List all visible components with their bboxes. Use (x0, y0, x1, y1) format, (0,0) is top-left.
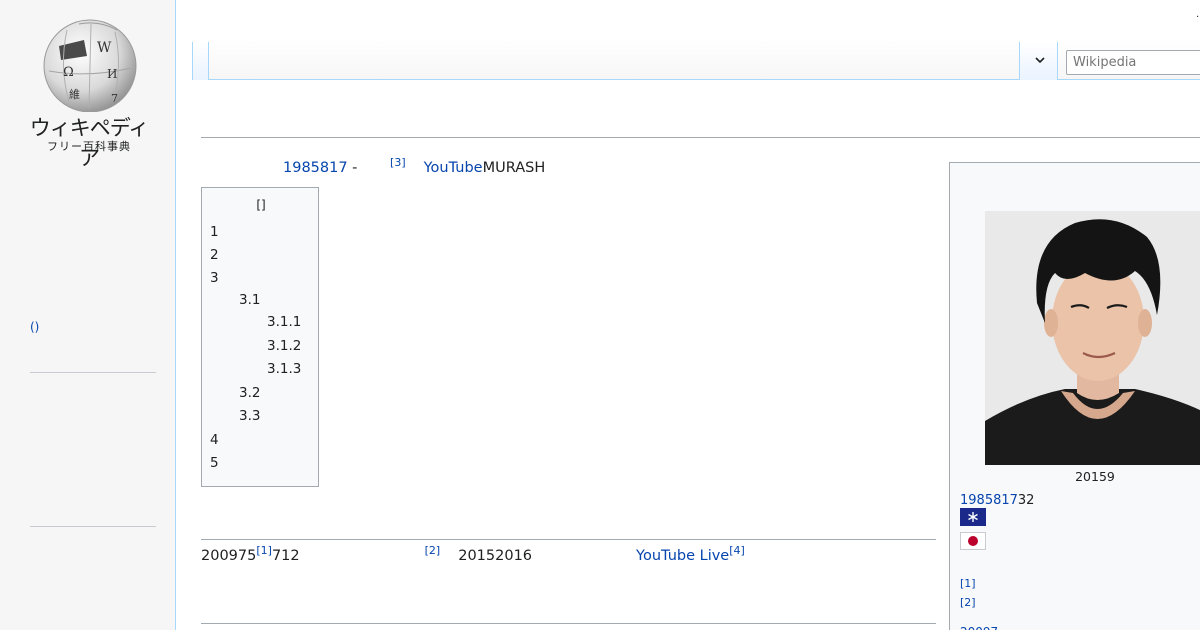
career-text: 712 (271, 548, 300, 564)
portrait-photo[interactable] (985, 211, 1200, 465)
globe-glyph: W (97, 40, 112, 56)
section-divider (201, 539, 936, 540)
citation-1[interactable]: [1] (256, 544, 272, 557)
photo-caption: 20159 (1075, 469, 1115, 484)
intro-dash: - (347, 160, 363, 176)
sidebar: W Ω И 維 7 ウィキペディア フリー百科事典 () (0, 0, 176, 630)
sidebar-link[interactable]: () (30, 320, 39, 334)
chevron-down-icon (1035, 57, 1045, 64)
puzzle-globe-icon: W Ω И 維 7 (43, 19, 137, 112)
toc-item[interactable]: 3.1.1 (267, 314, 301, 330)
career-text: 20152016 (458, 548, 533, 564)
japan-flag-icon[interactable] (960, 532, 986, 550)
more-menu-button[interactable] (1019, 42, 1058, 80)
sidebar-divider (30, 526, 156, 527)
infobox-birth: 198581732 (960, 493, 1034, 508)
infobox-link[interactable]: 20097 (960, 625, 998, 630)
toc-item[interactable]: 2 (210, 247, 219, 263)
birth-date-link[interactable]: 1985817 (283, 160, 348, 176)
logo-subtitle: フリー百科事典 (47, 140, 131, 153)
header: · (192, 0, 1200, 80)
toc-item[interactable]: 3.1.3 (267, 361, 301, 377)
toc-item[interactable]: 3.3 (239, 408, 260, 424)
citation-4[interactable]: [4] (729, 544, 745, 557)
toc-title[interactable]: [] (202, 198, 320, 212)
wikipedia-logo[interactable]: W Ω И 維 7 ウィキペディア フリー百科事典 (22, 12, 156, 170)
main-content: 1985817 - [3] YouTubeMURASH [] 1 2 3 3.1 … (201, 80, 1200, 630)
page-tab[interactable] (192, 42, 209, 80)
section-divider (201, 623, 936, 624)
globe-glyph: И (107, 67, 117, 81)
infobox-citation-1[interactable]: [1] (960, 577, 976, 590)
career-paragraph: 200975[1]712 [2] 20152016 YouTube Live[4] (201, 545, 941, 564)
infobox-birth-link[interactable]: 1985817 (960, 493, 1018, 508)
citation-2[interactable]: [2] (425, 544, 441, 557)
infobox-age: 32 (1017, 493, 1035, 508)
globe-glyph: 7 (111, 92, 118, 105)
toc-item[interactable]: 1 (210, 224, 219, 240)
header-corner-mark: · (1196, 12, 1200, 23)
youtube-live-link[interactable]: YouTube Live (636, 548, 729, 564)
youtube-link[interactable]: YouTube (424, 160, 483, 176)
toc-item[interactable]: 5 (210, 455, 219, 471)
toc-item[interactable]: 4 (210, 432, 219, 448)
table-of-contents: [] 1 2 3 3.1 3.1.1 3.1.2 3.1.3 3.2 3.3 4… (201, 187, 319, 487)
toc-item[interactable]: 3 (210, 270, 219, 286)
heading-divider (201, 137, 1200, 138)
intro-paragraph: 1985817 - [3] YouTubeMURASH (201, 157, 941, 179)
infobox: 20159 198581732 [1] [2] 20097 (949, 162, 1200, 630)
channel-name: MURASH (482, 160, 546, 176)
search-input[interactable] (1066, 50, 1200, 75)
toc-item[interactable]: 3.1 (239, 292, 260, 308)
globe-glyph: 維 (69, 88, 80, 101)
globe-glyph: Ω (63, 65, 74, 80)
career-text: 200975 (201, 548, 257, 564)
toc-item[interactable]: 3.2 (239, 385, 260, 401)
flag-icon[interactable] (960, 508, 986, 526)
toc-item[interactable]: 3.1.2 (267, 338, 301, 354)
citation-3[interactable]: [3] (390, 156, 406, 169)
sidebar-divider (30, 372, 156, 373)
infobox-citation-2[interactable]: [2] (960, 596, 976, 609)
